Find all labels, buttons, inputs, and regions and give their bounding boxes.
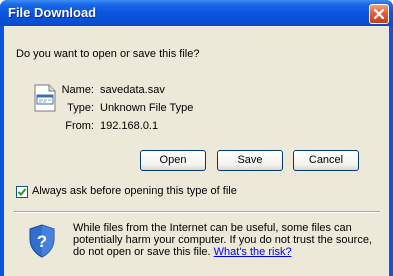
file-type-row: Type: Unknown File Type [44,102,244,116]
question-text: Do you want to open or save this file? [16,48,200,60]
separator [14,211,380,213]
file-name-row: Name: savedata.sav [44,84,244,98]
file-from-row: From: 192.168.0.1 [44,120,244,134]
dialog-body: Do you want to open or save this file? N… [4,26,389,276]
file-from-label: From: [65,120,94,132]
title-bar[interactable]: File Download [0,0,393,26]
file-name-value: savedata.sav [100,84,165,96]
dialog-title: File Download [8,5,97,20]
always-ask-checkbox[interactable] [16,186,28,198]
file-from-value: 192.168.0.1 [100,120,159,132]
file-type-value: Unknown File Type [100,102,194,114]
cancel-button[interactable]: Cancel [293,150,359,171]
close-icon [373,8,385,20]
security-shield-icon: ? [29,224,55,258]
svg-text:?: ? [37,232,47,251]
open-button[interactable]: Open [140,150,206,171]
whats-the-risk-link[interactable]: What's the risk? [214,246,292,258]
file-download-dialog: File Download Do you want to open or sav… [0,0,393,276]
checkmark-icon [17,188,27,196]
save-button[interactable]: Save [217,150,283,171]
security-warning: While files from the Internet can be use… [73,222,383,258]
file-type-label: Type: [67,102,94,114]
file-name-label: Name: [61,84,94,96]
close-button[interactable] [369,4,389,24]
always-ask-label[interactable]: Always ask before opening this type of f… [32,185,237,197]
